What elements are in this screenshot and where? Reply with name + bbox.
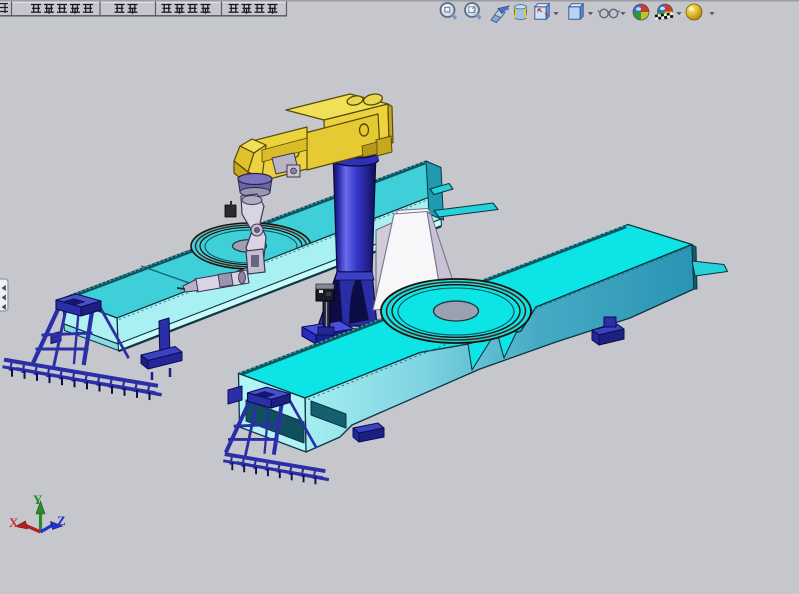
svg-text:Z: Z (57, 513, 66, 528)
svg-text:?: ? (472, 8, 476, 15)
svg-text:Y: Y (33, 492, 43, 507)
svg-text:X: X (9, 515, 19, 530)
